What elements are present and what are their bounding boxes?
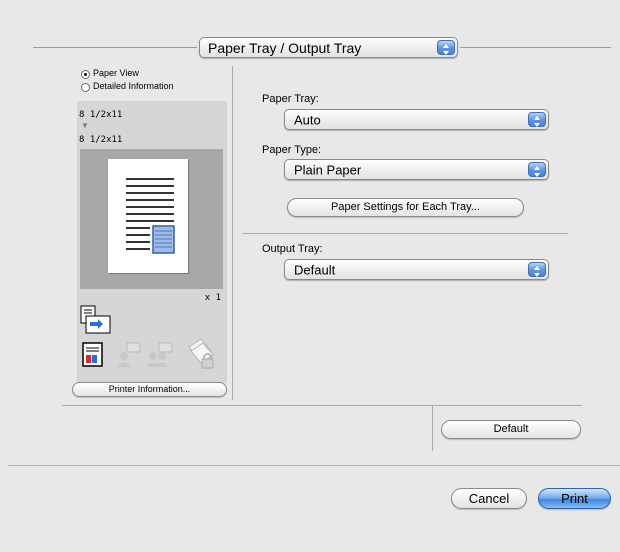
separator-line	[242, 233, 568, 234]
output-paper-size: 8 1/2x11	[79, 135, 123, 145]
paper-type-label: Paper Type:	[262, 144, 322, 156]
radio-paper-view-label: Paper View	[93, 68, 139, 78]
popup-arrows-icon	[528, 262, 546, 277]
separator-line	[460, 47, 611, 48]
separator-line	[33, 47, 197, 48]
popup-arrows-icon	[528, 162, 546, 177]
popup-arrows-icon	[437, 40, 455, 55]
paper-settings-button[interactable]: Paper Settings for Each Tray...	[287, 198, 524, 217]
radio-detailed-information[interactable]	[81, 83, 90, 92]
output-tray-label: Output Tray:	[262, 243, 323, 255]
panel-divider	[232, 66, 233, 400]
paper-tray-value: Auto	[294, 112, 321, 127]
radio-paper-view[interactable]	[81, 70, 90, 79]
separator-vertical	[432, 405, 433, 451]
color-print-icon	[82, 342, 104, 373]
section-popup-value: Paper Tray / Output Tray	[208, 39, 362, 56]
paper-tray-select[interactable]: Auto	[284, 109, 549, 130]
section-popup[interactable]: Paper Tray / Output Tray	[199, 37, 458, 58]
output-tray-select[interactable]: Default	[284, 259, 549, 280]
radio-detailed-information-label: Detailed Information	[93, 81, 174, 91]
account-track-icon	[145, 342, 173, 373]
paper-tray-label: Paper Tray:	[262, 93, 319, 105]
default-button[interactable]: Default	[441, 420, 581, 439]
user-auth-icon	[115, 342, 141, 373]
output-tray-value: Default	[294, 262, 336, 277]
separator-line	[8, 465, 620, 466]
preview-panel: 8 1/2x11 ▼ 8 1/2x11 x 1	[77, 101, 227, 383]
cancel-button[interactable]: Cancel	[451, 488, 527, 509]
paper-sheet-icon	[108, 159, 188, 273]
output-method-icon	[80, 305, 112, 340]
arrow-down-icon: ▼	[81, 121, 89, 130]
separator-line	[62, 405, 582, 406]
print-button[interactable]: Print	[538, 488, 611, 509]
copies-count: x 1	[204, 293, 221, 303]
secure-print-icon	[185, 337, 217, 374]
paper-type-value: Plain Paper	[294, 162, 362, 177]
input-paper-size: 8 1/2x11	[79, 110, 123, 120]
popup-arrows-icon	[528, 112, 546, 127]
paper-preview-area	[80, 149, 223, 289]
print-dialog: { "section_popup": { "value": "Paper Tra…	[0, 0, 620, 552]
paper-type-select[interactable]: Plain Paper	[284, 159, 549, 180]
printer-information-button[interactable]: Printer Information...	[72, 382, 227, 397]
